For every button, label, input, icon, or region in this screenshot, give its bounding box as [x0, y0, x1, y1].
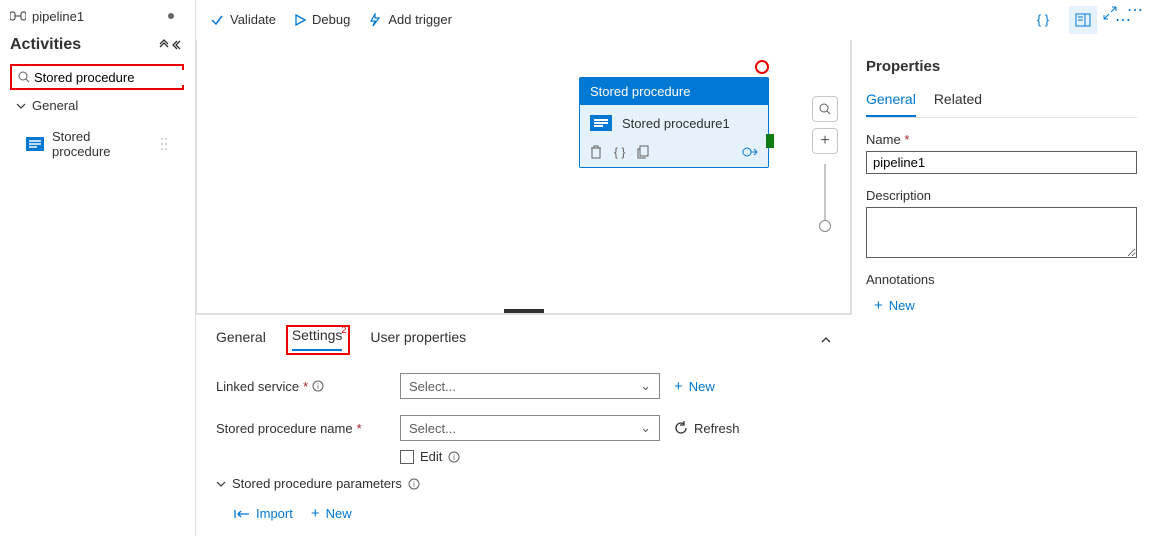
- info-icon[interactable]: i: [408, 478, 420, 490]
- pipeline-description-input[interactable]: [866, 207, 1137, 258]
- collapse-sections-icon[interactable]: [158, 39, 170, 51]
- pipeline-name-input[interactable]: [866, 151, 1137, 174]
- stored-proc-name-label: Stored procedure name *: [216, 421, 386, 436]
- validate-button[interactable]: Validate: [210, 12, 276, 27]
- json-view-icon[interactable]: { }: [1029, 6, 1057, 34]
- search-icon: [18, 71, 30, 83]
- bottom-tab-user-properties[interactable]: User properties: [370, 329, 466, 351]
- add-annotation-label: New: [889, 298, 915, 313]
- expand-icon[interactable]: [1103, 6, 1117, 20]
- activities-header: Activities: [0, 28, 194, 62]
- more-icon[interactable]: ⋯: [1127, 6, 1143, 20]
- properties-toggle-icon[interactable]: [1069, 6, 1097, 34]
- output-icon[interactable]: [742, 146, 758, 158]
- plus-icon: +: [674, 378, 683, 395]
- activity-node[interactable]: Stored procedure Stored procedure1 { }: [579, 77, 769, 168]
- pipeline-toolbar: Validate Debug Add trigger { } ⋯: [196, 0, 1151, 40]
- add-annotation-button[interactable]: + New: [866, 291, 1137, 314]
- plus-icon: +: [311, 505, 320, 522]
- zoom-slider[interactable]: [824, 164, 826, 228]
- import-button[interactable]: Import: [234, 506, 293, 521]
- pipeline-tab[interactable]: pipeline1: [0, 0, 194, 28]
- linked-service-select[interactable]: Select...: [400, 373, 660, 399]
- stored-proc-select[interactable]: Select...: [400, 415, 660, 441]
- params-section-header[interactable]: Stored procedure parameters i: [216, 470, 832, 497]
- edit-label: Edit: [420, 449, 442, 464]
- check-icon: [210, 13, 224, 27]
- section-general[interactable]: General: [0, 92, 194, 119]
- settings-badge: 2: [341, 325, 346, 335]
- zoom-controls: +: [812, 96, 838, 228]
- properties-title: Properties: [866, 40, 1137, 85]
- activities-search[interactable]: [10, 64, 184, 90]
- pipeline-icon: [10, 10, 26, 22]
- info-icon[interactable]: i: [312, 380, 324, 392]
- debug-label: Debug: [312, 12, 350, 27]
- activity-node-header: Stored procedure: [580, 78, 768, 105]
- chevron-down-icon: [216, 479, 226, 489]
- properties-tab-general[interactable]: General: [866, 85, 916, 117]
- activity-stored-procedure-label: Stored procedure: [52, 129, 152, 159]
- corner-actions: ⋯: [1103, 6, 1143, 20]
- stored-procedure-icon: [26, 137, 44, 151]
- play-icon: [294, 14, 306, 26]
- edit-checkbox[interactable]: [400, 450, 414, 464]
- validate-label: Validate: [230, 12, 276, 27]
- bottom-tab-settings-highlight: Settings 2: [286, 325, 351, 355]
- activities-panel: pipeline1 Activities General Sto: [0, 0, 195, 536]
- properties-tab-related[interactable]: Related: [934, 85, 982, 117]
- copy-icon[interactable]: [637, 145, 649, 159]
- activity-settings-panel: General Settings 2 User properties Linke…: [196, 314, 852, 536]
- debug-button[interactable]: Debug: [294, 12, 350, 27]
- new-linked-service-button[interactable]: + New: [674, 378, 715, 395]
- new-param-button[interactable]: + New: [311, 505, 352, 522]
- linked-service-label: Linked service * i: [216, 379, 386, 394]
- zoom-in-button[interactable]: +: [812, 128, 838, 154]
- zoom-thumb[interactable]: [819, 220, 831, 232]
- annotations-label: Annotations: [866, 258, 1137, 291]
- name-label: Name *: [866, 118, 1137, 151]
- activity-node-title: Stored procedure1: [622, 116, 730, 131]
- fit-to-screen-button[interactable]: [812, 96, 838, 122]
- refresh-icon: [674, 421, 688, 435]
- chevron-down-icon: [16, 101, 26, 111]
- delete-icon[interactable]: [590, 145, 602, 159]
- node-validation-indicator-icon: [755, 60, 769, 74]
- unsaved-indicator-icon: [168, 13, 174, 19]
- params-header-label: Stored procedure parameters: [232, 476, 402, 491]
- add-trigger-button[interactable]: Add trigger: [368, 12, 452, 27]
- svg-text:i: i: [413, 480, 415, 489]
- activities-title: Activities: [10, 36, 81, 54]
- drag-grip-icon: [160, 137, 168, 151]
- info-icon[interactable]: i: [448, 451, 460, 463]
- pipeline-canvas[interactable]: Stored procedure Stored procedure1 { }: [196, 40, 851, 314]
- bottom-tab-settings[interactable]: Settings: [292, 327, 343, 351]
- activity-stored-procedure[interactable]: Stored procedure: [8, 123, 186, 165]
- panel-resize-handle[interactable]: [504, 309, 544, 313]
- description-label: Description: [866, 174, 1137, 207]
- activities-search-input[interactable]: [30, 70, 214, 85]
- bottom-tab-general[interactable]: General: [216, 329, 266, 351]
- required-indicator: *: [904, 132, 909, 147]
- svg-text:i: i: [454, 453, 456, 462]
- plus-icon: +: [874, 297, 883, 314]
- properties-panel: Properties General Related Name * Descri…: [851, 40, 1151, 314]
- svg-text:i: i: [317, 382, 319, 391]
- refresh-button[interactable]: Refresh: [674, 421, 740, 436]
- collapse-bottom-icon[interactable]: [820, 334, 832, 346]
- output-port[interactable]: [766, 134, 774, 148]
- main-area: ⋯ Validate Debug Add trigger { } ⋯: [195, 0, 1151, 536]
- trigger-icon: [368, 13, 382, 27]
- collapse-panel-icon[interactable]: [172, 39, 184, 51]
- pipeline-tab-title: pipeline1: [32, 9, 84, 24]
- add-trigger-label: Add trigger: [388, 12, 452, 27]
- code-icon[interactable]: { }: [614, 145, 625, 159]
- section-general-label: General: [32, 98, 78, 113]
- stored-procedure-icon: [590, 115, 612, 131]
- import-icon: [234, 509, 250, 519]
